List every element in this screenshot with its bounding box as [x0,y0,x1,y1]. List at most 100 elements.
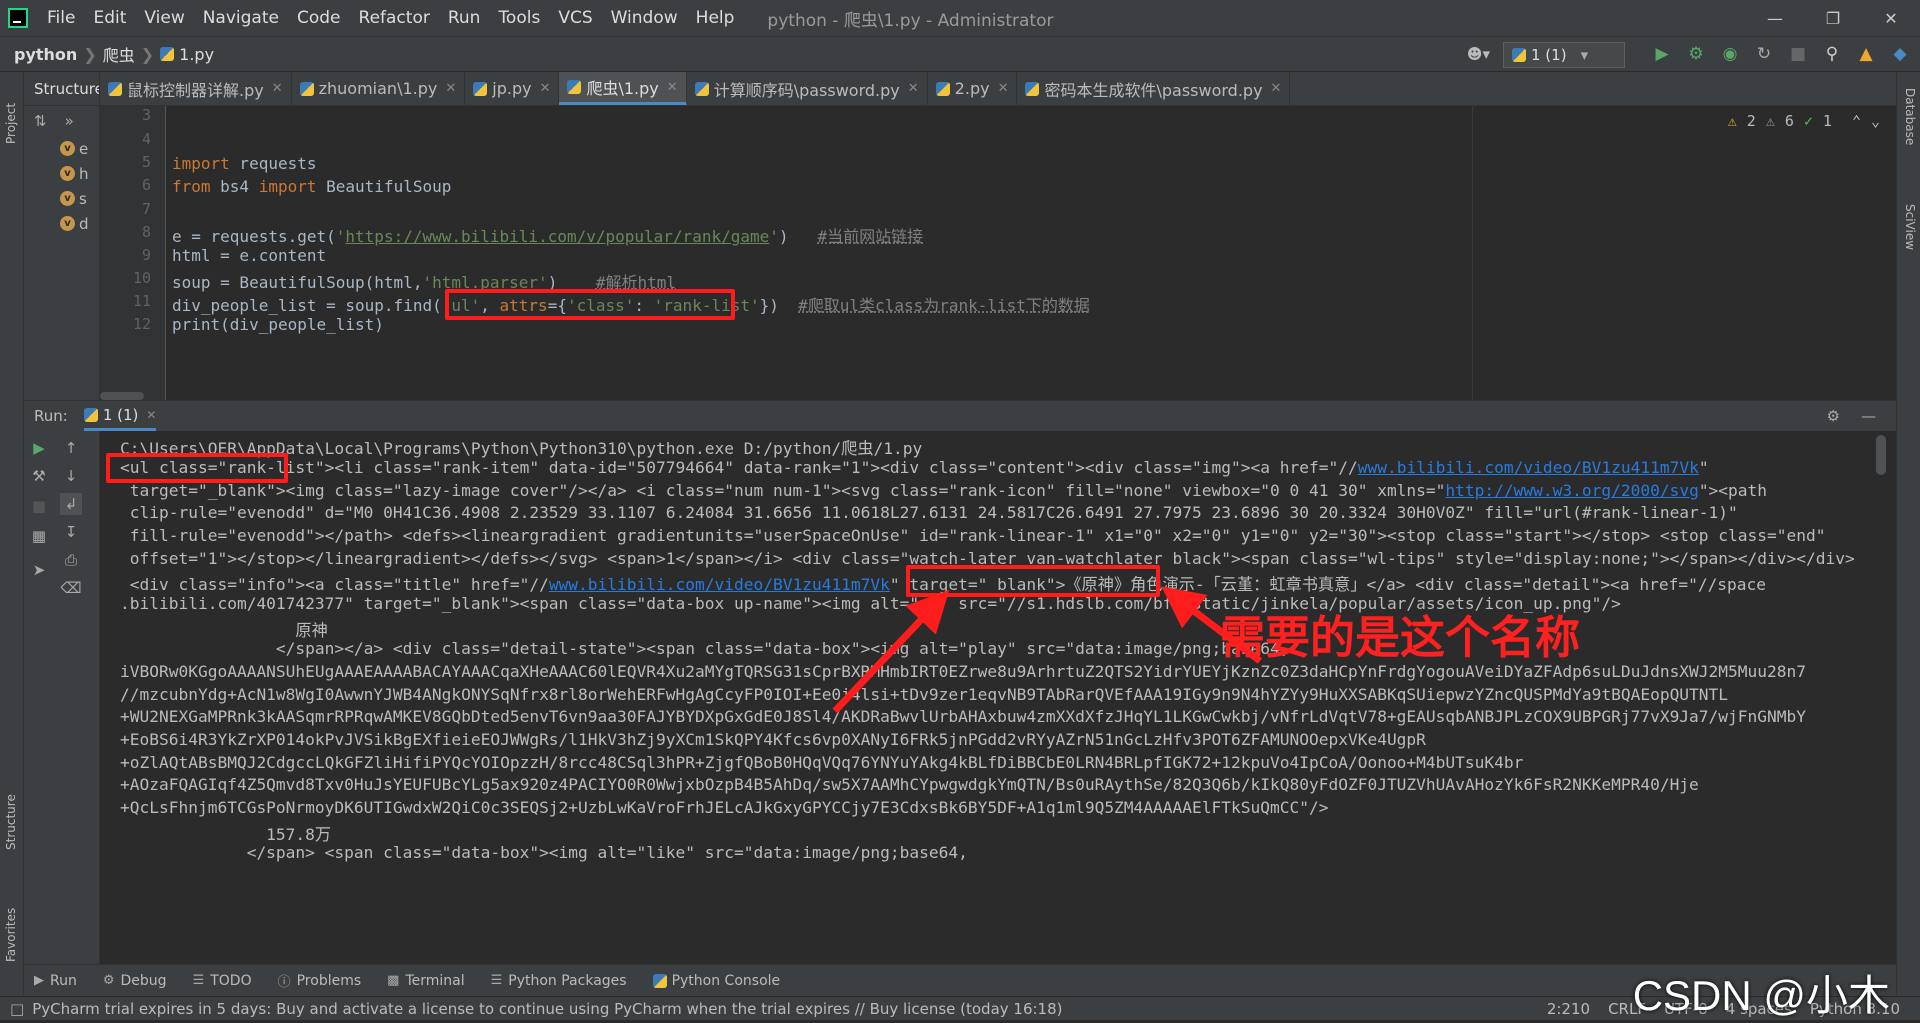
jetbrains-icon[interactable]: ◆ [1890,43,1910,65]
print-icon[interactable]: ⎙ [60,549,82,571]
tool-window-run[interactable]: ▶ Run [34,973,77,989]
inspection-widget[interactable]: ⚠ 2 ⚠ 6 ✓ 1 ⌃ ⌄ [1728,112,1880,130]
editor-tab[interactable]: zhuomian\1.py ✕ [292,72,466,105]
status-message[interactable]: PyCharm trial expires in 5 days: Buy and… [32,1000,1062,1018]
close-tab-icon[interactable]: ✕ [272,81,283,96]
warning-count: 2 [1746,112,1756,130]
project-tool-button[interactable]: Project [4,103,18,144]
menu-run[interactable]: Run [448,8,481,28]
stop-icon[interactable]: ■ [1788,43,1808,65]
menu-edit[interactable]: Edit [93,8,126,28]
tool-window-debug[interactable]: ⚙ Debug [103,973,167,989]
menu-code[interactable]: Code [297,8,341,28]
coverage-icon[interactable]: ◉ [1720,43,1740,65]
line-number-gutter: 3 4 5 6 7 8 9 10 11 12 [100,106,166,400]
editor-tab[interactable]: 计算顺序码\password.py ✕ [687,72,928,105]
menu-window[interactable]: Window [611,8,678,28]
tool-window-python-packages[interactable]: ☰ Python Packages [491,973,627,989]
structure-item[interactable]: vh [24,161,99,186]
menu-help[interactable]: Help [696,8,735,28]
structure-item[interactable]: vs [24,186,99,211]
close-icon[interactable]: ✕ [1862,0,1920,36]
close-tab-icon[interactable]: ✕ [445,81,456,96]
structure-item[interactable]: vd [24,211,99,236]
python-file-icon [473,81,488,96]
menu-file[interactable]: File [47,8,75,28]
pin-icon[interactable]: ➤ [28,559,50,581]
line-number: 8 [141,223,151,241]
profile-icon[interactable]: ↻ [1754,43,1774,65]
run-tools-column: ▶ ↑ ⚒ ↓ ■ ↲ ▦ ↧ ⎙ ➤ ⌫ [24,431,100,965]
tool-window-problems[interactable]: ⓘ Problems [278,971,362,991]
rerun-icon[interactable]: ▶ [28,437,50,459]
next-highlight-icon[interactable]: ⌄ [1871,112,1880,130]
tool-window-terminal[interactable]: ▩ Terminal [387,973,464,989]
horizontal-scrollbar[interactable] [100,392,144,400]
code-line-9: html = e.content [172,246,327,265]
run-panel-label: Run: [34,407,68,425]
stop-icon[interactable]: ■ [28,495,50,517]
python-file-icon [1025,81,1040,96]
soft-wrap-icon[interactable]: ↲ [60,493,82,515]
close-tab-icon[interactable]: ✕ [998,81,1009,96]
sciview-tool-button[interactable]: SciView [1903,204,1917,250]
wrench-icon[interactable]: ⚒ [28,465,50,487]
editor-tab[interactable]: 鼠标控制器详解.py ✕ [100,72,292,105]
editor-tab[interactable]: 密码本生成软件\password.py ✕ [1017,72,1291,105]
scroll-to-end-icon[interactable]: ↧ [60,521,82,543]
variable-icon: v [60,216,75,231]
favorites-tool-button[interactable]: Favorites [4,908,18,962]
tool-window-python-console[interactable]: Python Console [652,973,780,989]
close-tab-icon[interactable]: ✕ [146,408,156,422]
close-tab-icon[interactable]: ✕ [908,81,919,96]
expand-icon[interactable]: » [65,112,74,130]
warning-icon: ⚠ [1727,112,1737,130]
editor-tab-active[interactable]: 爬虫\1.py ✕ [559,72,687,105]
code-editor[interactable]: 3 4 5 6 7 8 9 10 11 12 import requests f… [100,106,1896,400]
run-configuration-select[interactable]: 1 (1) ▾ [1503,42,1625,68]
tool-window-todo[interactable]: ☰ TODO [193,973,252,989]
menu-tools[interactable]: Tools [498,8,540,28]
settings-gear-icon[interactable]: ⚙ [1827,407,1840,425]
previous-highlight-icon[interactable]: ⌃ [1852,112,1861,130]
line-number: 3 [141,106,151,124]
layers-icon: ☰ [490,973,503,988]
user-icon[interactable]: ☻▾ [1467,45,1490,63]
restore-icon[interactable]: ❐ [1804,0,1862,36]
line-number: 7 [141,200,151,218]
status-square-icon[interactable]: □ [10,1000,24,1018]
trash-icon[interactable]: ⌫ [60,577,82,599]
run-icon[interactable]: ▶ [1652,43,1672,65]
scroll-up-icon[interactable]: ↑ [60,437,82,459]
menu-refactor[interactable]: Refactor [359,8,430,28]
python-file-icon [935,81,950,96]
caret-position[interactable]: 2:210 [1547,1000,1590,1018]
hide-panel-icon[interactable]: — [1861,407,1876,425]
structure-item[interactable]: ve [24,136,99,161]
update-icon[interactable]: ▲ [1856,43,1876,65]
console-output[interactable]: C:\Users\QER\AppData\Local\Programs\Pyth… [100,431,1896,965]
run-tab[interactable]: 1 (1) ✕ [83,401,157,431]
close-tab-icon[interactable]: ✕ [540,81,551,96]
line-number: 4 [141,130,151,148]
right-margin-guide [1472,106,1473,400]
sort-icon[interactable]: ⇅ [34,112,47,130]
close-tab-icon[interactable]: ✕ [1271,81,1282,96]
database-tool-button[interactable]: Database [1903,88,1917,145]
search-icon[interactable]: ⚲ [1822,43,1842,65]
debug-icon[interactable]: ⚙ [1686,43,1706,65]
menu-navigate[interactable]: Navigate [203,8,279,28]
editor-tab[interactable]: 2.py ✕ [928,72,1018,105]
breadcrumb-folder[interactable]: 爬虫 [103,42,135,66]
scroll-down-icon[interactable]: ↓ [60,465,82,487]
minimize-icon[interactable]: — [1746,0,1804,36]
breadcrumb-project[interactable]: python [14,45,77,64]
annotation-label: 需要的是这个名称 [1220,611,1581,664]
editor-tab[interactable]: jp.py ✕ [465,72,560,105]
structure-tool-button[interactable]: Structure [4,794,18,850]
breadcrumb-file[interactable]: 1.py [179,45,214,64]
close-tab-icon[interactable]: ✕ [667,80,678,95]
menu-view[interactable]: View [144,8,184,28]
layout-icon[interactable]: ▦ [28,525,50,547]
menu-vcs[interactable]: VCS [558,8,592,28]
